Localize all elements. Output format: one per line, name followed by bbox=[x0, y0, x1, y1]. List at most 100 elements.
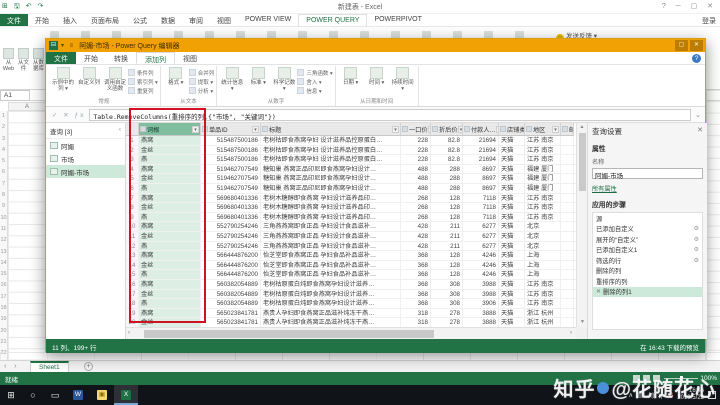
excel-tab-5[interactable]: 数据 bbox=[154, 14, 182, 26]
taskbar-excel-icon[interactable]: X bbox=[114, 385, 138, 405]
query-list-item-1[interactable]: 市场 bbox=[46, 152, 125, 165]
step-settings-gear-icon[interactable]: ⚙ bbox=[694, 257, 699, 264]
pq-ribbon-button[interactable]: 索引列 ▾ bbox=[128, 77, 158, 86]
settings-close-icon[interactable]: ✕ bbox=[697, 126, 703, 134]
pq-window-controls[interactable]: ▢✕ bbox=[675, 40, 703, 51]
task-view-icon[interactable]: ▭ bbox=[44, 385, 66, 405]
restore-icon: ▢ bbox=[675, 40, 688, 51]
grid-column-header-5[interactable]: 付款人…▾ bbox=[463, 123, 499, 136]
pq-tab-3[interactable]: 添加列 bbox=[136, 52, 175, 64]
pq-ribbon-button[interactable]: 三角函数 ▾ bbox=[297, 68, 332, 77]
excel-tab-6[interactable]: 审阅 bbox=[182, 14, 210, 26]
excel-tab-7[interactable]: 视图 bbox=[210, 14, 238, 26]
grid-horizontal-scrollbar[interactable]: ‹ › bbox=[126, 327, 576, 339]
excel-tab-3[interactable]: 页面布局 bbox=[84, 14, 126, 26]
grid-vertical-scrollbar[interactable]: ▲ ▼ bbox=[576, 123, 587, 327]
help-icon[interactable]: ? bbox=[692, 54, 701, 63]
pq-tab-0[interactable]: 文件 bbox=[46, 52, 76, 64]
excel-row-number: 16 bbox=[0, 280, 7, 291]
excel-tab-2[interactable]: 插入 bbox=[56, 14, 84, 26]
applied-step-3[interactable]: 已添加自定义1⚙ bbox=[593, 245, 702, 256]
excel-ribbon-button-1[interactable]: 从文 件 bbox=[16, 48, 31, 72]
step-settings-gear-icon[interactable]: ⚙ bbox=[694, 236, 699, 243]
applied-step-6[interactable]: 重排序的列 bbox=[593, 276, 702, 287]
grid-column-header-2[interactable]: 标题▾ bbox=[261, 123, 401, 136]
excel-tab-8[interactable]: POWER VIEW bbox=[238, 14, 298, 26]
sheet-nav-arrows[interactable]: ‹ › bbox=[4, 363, 20, 370]
grid-column-header-6[interactable]: 店铺类…▾ bbox=[499, 123, 525, 136]
excel-row-headers[interactable]: 12345678910111213141516171819202122 bbox=[0, 111, 8, 361]
applied-step-2[interactable]: 展开的“自定义”⚙ bbox=[593, 234, 702, 245]
applied-step-7[interactable]: ✕删除的列1 bbox=[593, 287, 702, 298]
applied-step-5[interactable]: 删除的列 bbox=[593, 266, 702, 277]
pq-ribbon-button[interactable]: 重复列 bbox=[128, 86, 158, 95]
pq-ribbon-button[interactable]: 持续时间 ▾ bbox=[390, 66, 416, 96]
excel-name-box[interactable]: A1 bbox=[0, 90, 30, 101]
formula-buttons[interactable]: ✓ ✕ ƒx bbox=[46, 111, 89, 119]
pq-ribbon-button[interactable]: 提取 ▾ bbox=[189, 77, 215, 86]
excel-signin[interactable]: 登录 bbox=[702, 16, 716, 26]
query-list-item-0[interactable]: 阿媚 bbox=[46, 139, 125, 152]
ribbon-button-icon bbox=[189, 78, 196, 85]
pq-ribbon-button[interactable]: 自定义列 bbox=[76, 66, 102, 96]
excel-grid-bottom[interactable] bbox=[0, 352, 720, 360]
taskbar-word-icon[interactable]: W bbox=[66, 385, 90, 405]
pq-ribbon-button[interactable]: 调用自定义函数 bbox=[102, 66, 128, 96]
pq-ribbon-button[interactable]: 合并列 bbox=[189, 68, 215, 77]
start-button[interactable]: ⊞ bbox=[0, 385, 22, 405]
pq-quick-access[interactable]: ▾ ≡ bbox=[61, 42, 75, 49]
filter-dropdown-icon[interactable]: ▾ bbox=[252, 126, 259, 133]
pq-ribbon-button[interactable]: 示例中的列 ▾ bbox=[50, 66, 76, 96]
pq-tab-1[interactable]: 开始 bbox=[76, 52, 106, 64]
excel-ribbon-button-0[interactable]: 从 Web bbox=[1, 48, 16, 72]
add-sheet-button[interactable]: + bbox=[84, 362, 93, 371]
pq-ribbon-button[interactable]: 信息 ▾ bbox=[297, 86, 332, 95]
delete-step-icon[interactable]: ✕ bbox=[596, 288, 601, 295]
filter-dropdown-icon[interactable]: ▾ bbox=[552, 126, 559, 133]
filter-dropdown-icon[interactable]: ▾ bbox=[392, 126, 399, 133]
excel-grid-right[interactable] bbox=[706, 90, 720, 360]
pq-ribbon-button[interactable]: 时间 ▾ bbox=[364, 66, 390, 96]
grid-column-header-4[interactable]: 折后价▾ bbox=[431, 123, 463, 136]
pq-tab-4[interactable]: 视图 bbox=[175, 52, 205, 64]
excel-tab-4[interactable]: 公式 bbox=[126, 14, 154, 26]
grid-cell: 天猫 bbox=[499, 184, 525, 193]
excel-window-controls[interactable]: ? ─ ▢ ✕ bbox=[662, 2, 717, 10]
excel-ribbon-button-2[interactable]: 从数 据库 bbox=[31, 48, 46, 72]
pq-ribbon-button[interactable]: 统计信息 ▾ bbox=[219, 66, 245, 96]
excel-tab-0[interactable]: 文件 bbox=[0, 14, 28, 26]
ribbon-button-icon bbox=[128, 87, 135, 94]
pq-ribbon-button[interactable]: 日期 ▾ bbox=[338, 66, 364, 96]
grid-column-header-7[interactable]: 地区▾ bbox=[525, 123, 561, 136]
step-settings-gear-icon[interactable]: ⚙ bbox=[694, 225, 699, 232]
grid-column-header-3[interactable]: 一口价▾ bbox=[401, 123, 431, 136]
pq-ribbon-button[interactable]: 舍入 ▾ bbox=[297, 77, 332, 86]
ribbon-button-label: 合并列 bbox=[198, 69, 215, 77]
excel-tab-9[interactable]: POWER QUERY bbox=[298, 14, 367, 26]
pq-ribbon-button[interactable]: 分析 ▾ bbox=[189, 86, 215, 95]
grid-cell: 566444876200 bbox=[201, 251, 261, 260]
grid-column-header-1[interactable]: 单品ID▾ bbox=[201, 123, 261, 136]
applied-step-4[interactable]: 筛选的行⚙ bbox=[593, 255, 702, 266]
step-settings-gear-icon[interactable]: ⚙ bbox=[694, 246, 699, 253]
excel-tab-10[interactable]: POWERPIVOT bbox=[367, 14, 428, 26]
pq-ribbon-button[interactable]: 格式 ▾ bbox=[163, 66, 189, 96]
excel-column-header[interactable]: A bbox=[8, 102, 46, 111]
all-properties-link[interactable]: 所有属性 bbox=[592, 184, 703, 193]
grid-cell: 8697 bbox=[463, 165, 499, 174]
formula-expand-icon[interactable]: ⌄ bbox=[691, 111, 705, 119]
applied-step-1[interactable]: 已添加自定义⚙ bbox=[593, 224, 702, 235]
grid-column-header-8[interactable]: 邮费▾ bbox=[561, 123, 574, 136]
pq-tab-2[interactable]: 转换 bbox=[106, 52, 136, 64]
excel-tab-1[interactable]: 开始 bbox=[28, 14, 56, 26]
taskbar-explorer-icon[interactable]: ▣ bbox=[90, 385, 114, 405]
pq-ribbon-button[interactable]: 条件列 bbox=[128, 68, 158, 77]
query-name-input[interactable]: 阿媚-市场 bbox=[592, 168, 703, 179]
query-list-item-2[interactable]: 阿媚-市场 bbox=[46, 165, 125, 178]
search-icon[interactable]: ○ bbox=[22, 385, 44, 405]
applied-step-0[interactable]: 源 bbox=[593, 213, 702, 224]
excel-grid-left[interactable] bbox=[8, 111, 46, 361]
queries-pane-header[interactable]: 查询 [3]‹ bbox=[46, 123, 125, 139]
pq-ribbon-button[interactable]: 标准 ▾ bbox=[245, 66, 271, 96]
pq-ribbon-button[interactable]: 科学记数 ▾ bbox=[271, 66, 297, 96]
